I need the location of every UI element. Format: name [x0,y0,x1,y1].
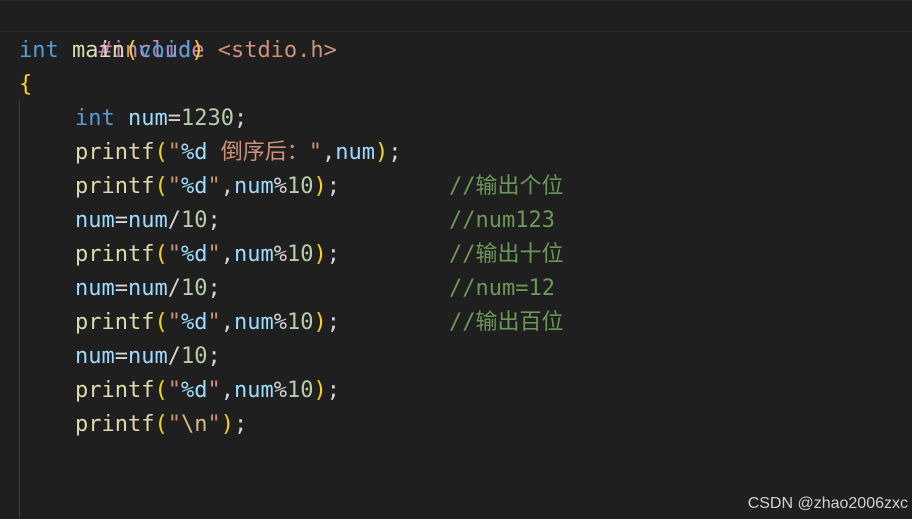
watermark-text: CSDN @zhao2006zxc [747,495,908,512]
printf-call: printf [75,242,155,267]
code-comment: //输出十位 [449,242,564,267]
var-name: num [128,106,168,131]
code-line-2[interactable]: int main(void) [0,34,912,68]
format-specifier: %d [180,140,208,165]
paren-open: ( [124,38,139,63]
code-line-4[interactable]: int num=1230; [0,102,912,136]
format-specifier: %d [180,174,208,199]
code-line-6[interactable]: printf("%d",num%10); //输出个位 [0,170,912,204]
code-comment: //num=12 [449,276,555,301]
format-specifier: %d [180,310,208,335]
code-line-13[interactable]: printf("\n"); [0,408,912,442]
code-editor[interactable]: #include <stdio.h> int main(void) { int … [0,0,912,519]
printf-call: printf [75,174,155,199]
code-line-10[interactable]: printf("%d",num%10); //输出百位 [0,306,912,340]
paren-close: ) [191,38,205,63]
var-value: 1230 [181,106,234,131]
code-line-8[interactable]: printf("%d",num%10); //输出十位 [0,238,912,272]
escape-sequence: \n [180,412,208,437]
format-specifier: %d [180,378,208,403]
string-text: 倒序后： [207,140,309,165]
printf-call: printf [75,310,155,335]
function-name: main [72,38,125,63]
printf-call: printf [75,378,155,403]
code-line-3[interactable]: { [0,68,912,102]
code-comment: //输出个位 [449,174,564,199]
code-line-5[interactable]: printf("%d 倒序后：",num); [0,136,912,170]
code-line-9[interactable]: num=num/10; //num=12 [0,272,912,306]
printf-call: printf [75,412,155,437]
code-comment: //num123 [449,208,555,233]
code-line-7[interactable]: num=num/10; //num123 [0,204,912,238]
code-line-12[interactable]: printf("%d",num%10); [0,374,912,408]
code-comment: //输出百位 [449,310,564,335]
param-type: void [138,38,192,63]
code-line-1[interactable]: #include <stdio.h> [0,0,912,63]
printf-call: printf [75,140,155,165]
code-line-11[interactable]: num=num/10; [0,340,912,374]
var-type: int [75,106,115,131]
return-type: int [19,38,59,63]
format-specifier: %d [180,242,208,267]
open-brace: { [19,72,33,97]
